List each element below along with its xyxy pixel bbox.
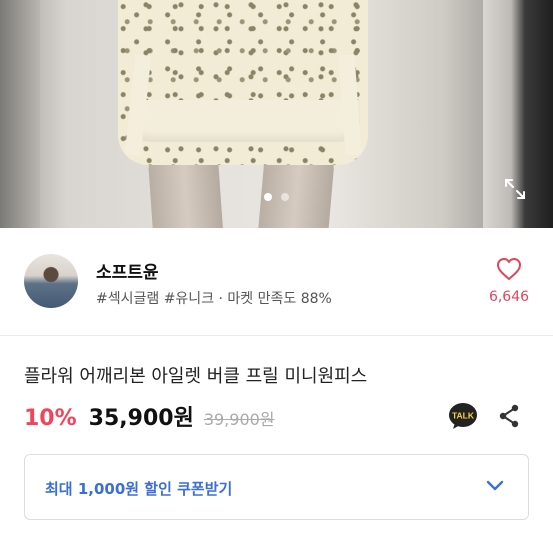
chevron-down-icon [486, 480, 504, 491]
like-count: 6,646 [488, 289, 530, 305]
seller-name[interactable]: 소프트윤 [96, 258, 159, 283]
seller-avatar[interactable] [24, 254, 78, 308]
price-row: 10% 35,900원 39,900원 [24, 400, 275, 434]
carousel-indicator [0, 193, 553, 201]
carousel-dot[interactable] [281, 193, 289, 201]
product-image[interactable] [0, 0, 553, 228]
product-title: 플라워 어깨리본 아일렛 버클 프릴 미니원피스 [24, 366, 368, 387]
coupon-button[interactable]: 최대 1,000원 할인 쿠폰받기 [24, 454, 529, 520]
sale-price: 35,900원 [88, 406, 194, 431]
expand-icon[interactable] [503, 177, 527, 201]
coupon-label: 최대 1,000원 할인 쿠폰받기 [45, 480, 233, 498]
heart-icon[interactable] [496, 257, 522, 281]
share-icon[interactable] [498, 404, 520, 428]
seller-section: 소프트윤 #섹시글램 #유니크 · 마켓 만족도 88% 6,646 [0, 228, 553, 336]
original-price: 39,900원 [203, 410, 275, 429]
talk-label: TALK [452, 411, 475, 421]
image-ruffle-hem [130, 100, 360, 142]
seller-tags: #섹시글램 #유니크 · 마켓 만족도 88% [96, 291, 332, 307]
kakaotalk-icon[interactable]: TALK [448, 401, 478, 431]
carousel-dot-active[interactable] [264, 193, 272, 201]
discount-rate: 10% [24, 406, 77, 431]
